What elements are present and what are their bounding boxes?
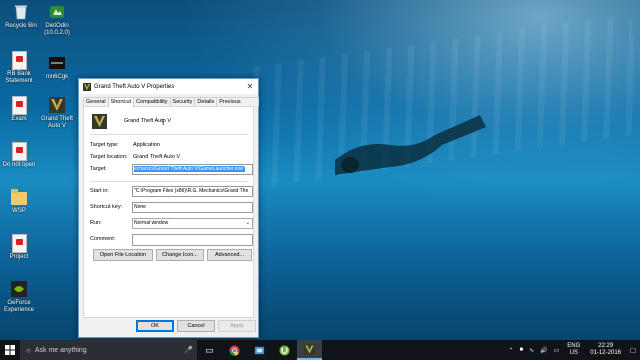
pdf-icon [11, 50, 27, 70]
desktop-icon-label: Project [9, 254, 29, 260]
text-cursor-icon: I [162, 118, 165, 127]
tab-previous-versions[interactable]: Previous Versions [216, 97, 259, 113]
notifications-icon[interactable]: □ [626, 346, 640, 355]
shortcut-key-input[interactable]: None [132, 202, 253, 213]
desktop-icon-label: RB Bank Statement [5, 71, 33, 84]
tab-general[interactable]: General [83, 97, 109, 106]
target-input[interactable]: echanics\Grand Theft Auto V\GameLauncher… [132, 164, 253, 175]
desktop-icon-label: Exam [11, 116, 27, 122]
desktop-icon-exam[interactable]: Exam [0, 95, 38, 123]
tab-security[interactable]: Security [169, 97, 196, 106]
divider [90, 181, 247, 182]
language-indicator[interactable]: ENG US [567, 343, 580, 357]
run-select[interactable]: Normal window ⌄ [132, 218, 253, 229]
shortcut-key-label: Shortcut key: [90, 204, 123, 210]
chevron-up-icon[interactable]: ⌃ [508, 347, 513, 354]
dialog-titlebar[interactable]: Grand Theft Auto V Properties ✕ [79, 79, 258, 94]
desktop-icon-label: Do not open [2, 162, 36, 168]
dialog-tabs: General Shortcut Compatibility Security … [83, 97, 259, 113]
taskbar: ○ Ask me anything 🎤 ▭ ⌃ ■ ∿ 🔊 ▭ ENG US 2… [0, 340, 640, 360]
clock[interactable]: 22:29 01-12-2016 [590, 343, 621, 357]
gta-taskbar-icon[interactable] [297, 340, 322, 360]
geforce-icon [11, 280, 27, 298]
run-label: Run: [90, 220, 102, 226]
target-location-label: Target location: [90, 154, 128, 160]
pdf-icon [11, 233, 27, 253]
apply-button[interactable]: Apply [218, 320, 256, 332]
properties-dialog: Grand Theft Auto V Properties ✕ General … [78, 78, 259, 338]
desktop-icon-label: DietOdin (10.0.2.0) [44, 23, 70, 36]
battery-icon[interactable]: ▭ [554, 347, 560, 354]
search-placeholder: Ask me anything [34, 346, 87, 354]
desktop-icon-mn6cgk[interactable]: mn6Cgk [38, 54, 76, 81]
microphone-icon[interactable]: 🎤 [184, 346, 193, 354]
divider [90, 134, 247, 135]
desktop-icon-gta-v[interactable]: Grand Theft Auto V [38, 96, 76, 130]
start-button[interactable] [0, 340, 20, 360]
desktop-icon-geforce-experience[interactable]: GeForce Experience [0, 280, 38, 314]
clock-time: 22:29 [598, 343, 614, 349]
desktop-icon-label: Grand Theft Auto V [41, 116, 73, 129]
desktop-icon-do-not-open[interactable]: Do not open [0, 141, 38, 169]
run-select-value: Normal window [134, 220, 169, 226]
target-type-label: Target type: [90, 142, 119, 148]
desktop-icon-label: GeForce Experience [3, 300, 35, 313]
desktop-icon-recycle-bin[interactable]: Recycle Bin [2, 3, 40, 30]
tab-shortcut[interactable]: Shortcut [107, 97, 135, 107]
tab-details[interactable]: Details [194, 97, 218, 106]
dietodin-icon [49, 3, 65, 21]
pdf-icon [11, 95, 27, 115]
comment-input[interactable] [132, 234, 253, 246]
target-type-value: Application [133, 142, 160, 148]
desktop-icon-label: WSP [12, 208, 26, 214]
recycle-bin-icon [13, 3, 29, 21]
desktop-icon-wsp[interactable]: WSP [0, 188, 38, 215]
dialog-title: Grand Theft Auto V Properties [94, 83, 175, 90]
desktop-icon-dietodin[interactable]: DietOdin (10.0.2.0) [38, 3, 76, 37]
gta-icon [92, 114, 107, 129]
network-icon[interactable]: ■ [519, 347, 523, 353]
chrome-icon[interactable] [222, 340, 247, 360]
windows-icon [5, 345, 15, 355]
wallpaper-diver [335, 115, 486, 175]
pdf-icon [11, 141, 27, 161]
target-location-value: Grand Theft Auto V [133, 154, 180, 160]
ok-button[interactable]: OK [136, 320, 174, 332]
tab-compatibility[interactable]: Compatibility [133, 97, 171, 106]
start-in-input[interactable]: "C:\Program Files (x86)\R.G. Mechanics\G… [132, 186, 253, 197]
advanced-button[interactable]: Advanced... [207, 249, 252, 261]
language-code: ENG [567, 343, 581, 349]
utorrent-icon[interactable] [272, 340, 297, 360]
cortana-icon: ○ [26, 345, 31, 355]
task-view-icon[interactable]: ▭ [197, 340, 222, 360]
search-box[interactable]: ○ Ask me anything 🎤 [20, 340, 197, 360]
wifi-icon[interactable]: ∿ [529, 347, 534, 354]
region-code: US [569, 350, 578, 356]
target-label: Target: [90, 166, 107, 172]
open-file-location-button[interactable]: Open File Location [93, 249, 153, 261]
target-input-text: echanics\Grand Theft Auto V\GameLauncher… [134, 166, 245, 172]
change-icon-button[interactable]: Change Icon... [156, 249, 204, 261]
system-tray: ⌃ ■ ∿ 🔊 ▭ ENG US 22:29 01-12-2016 □ [505, 340, 640, 360]
cancel-button[interactable]: Cancel [177, 320, 215, 332]
clock-date: 01-12-2016 [590, 350, 621, 356]
gta-icon [304, 343, 315, 355]
shortcut-panel: Grand Theft Auto V Target type: Applicat… [83, 106, 254, 318]
gta-icon [49, 96, 65, 114]
comment-label: Comment: [90, 236, 116, 242]
desktop-icon-label: Recycle Bin [5, 23, 37, 29]
desktop-icon-project[interactable]: Project [0, 233, 38, 261]
installer-icon[interactable] [247, 340, 272, 360]
volume-icon[interactable]: 🔊 [540, 347, 547, 354]
folder-icon [11, 188, 27, 206]
start-in-label: Start in: [90, 188, 109, 194]
desktop-icon-label: mn6Cgk [45, 74, 69, 80]
gta-icon [83, 82, 91, 91]
file-icon [49, 54, 65, 72]
chevron-down-icon: ⌄ [245, 220, 250, 226]
close-icon[interactable]: ✕ [242, 82, 258, 91]
desktop-icon-rb-bank-statement[interactable]: RB Bank Statement [0, 50, 38, 85]
